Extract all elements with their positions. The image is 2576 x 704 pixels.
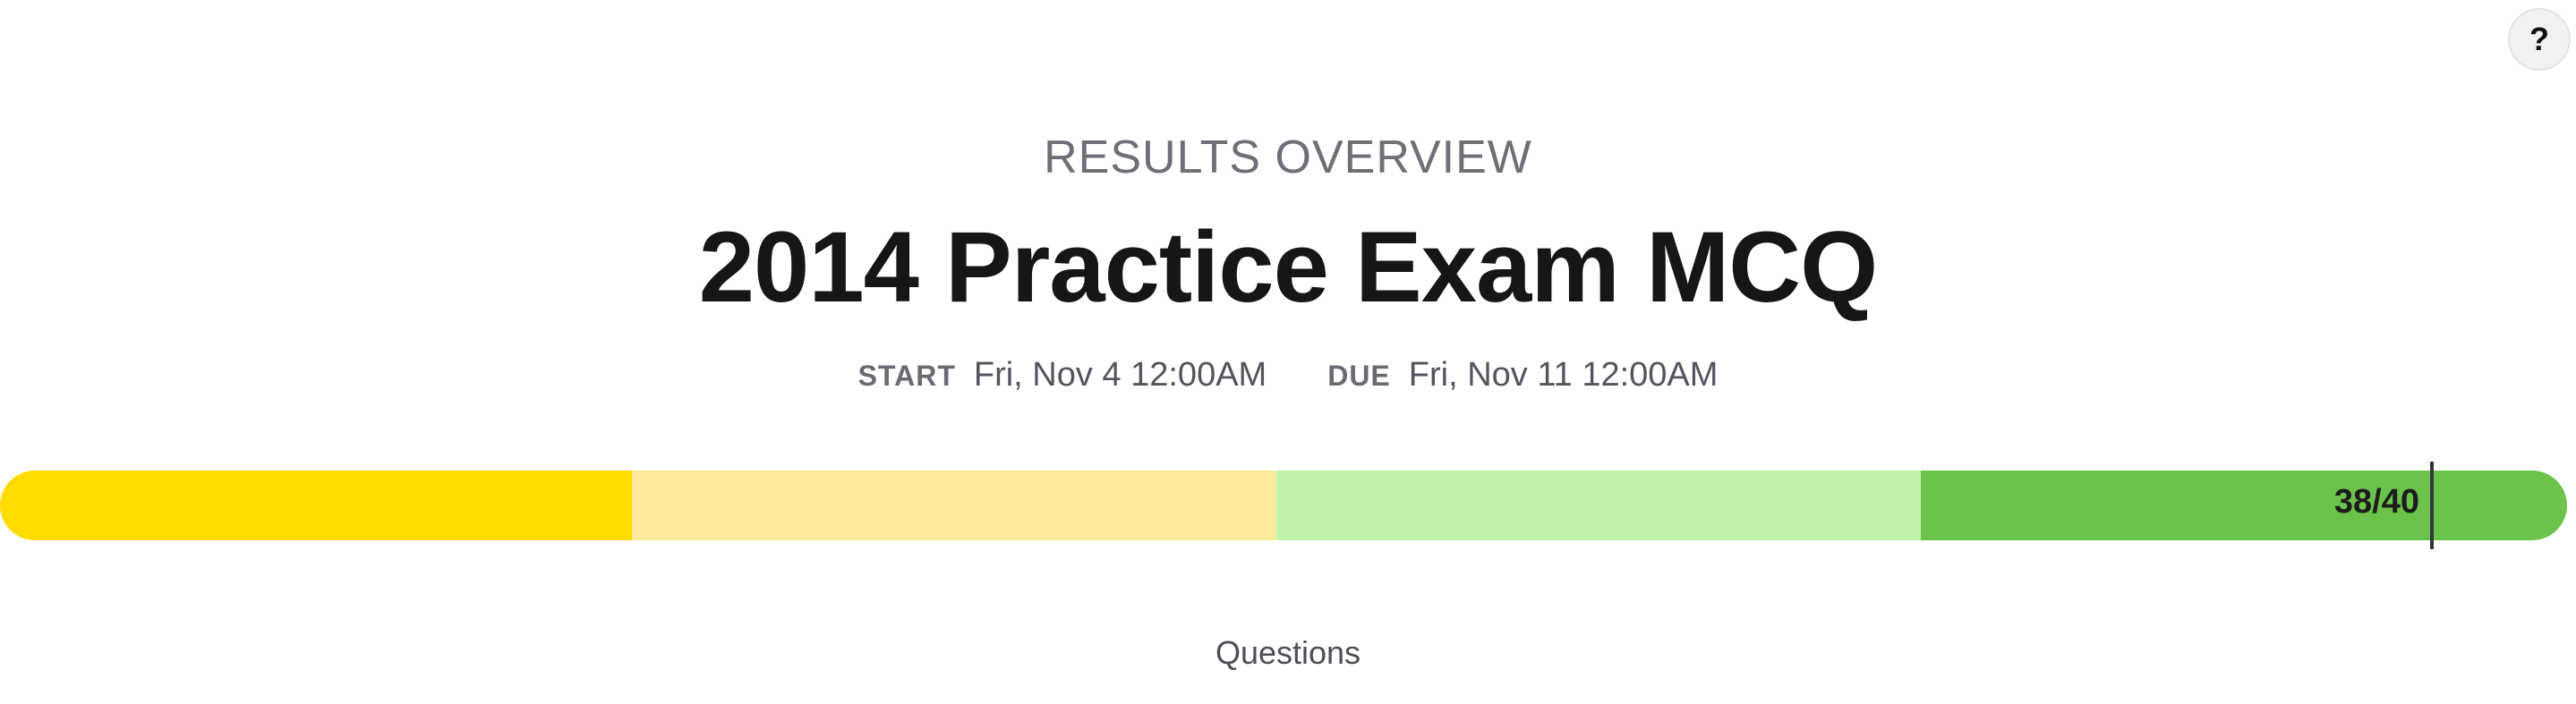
start-date-value: Fri, Nov 4 12:00AM — [973, 356, 1267, 394]
page-title: 2014 Practice Exam MCQ — [698, 211, 1879, 323]
due-date: DUE Fri, Nov 11 12:00AM — [1327, 358, 1718, 392]
help-button[interactable]: ? — [2508, 8, 2571, 71]
due-date-value: Fri, Nov 11 12:00AM — [1408, 356, 1719, 394]
score-bar — [0, 471, 2567, 540]
score-band-1 — [0, 471, 632, 540]
date-range: START Fri, Nov 4 12:00AM DUE Fri, Nov 11… — [0, 358, 2576, 392]
score-band-4 — [1921, 471, 2567, 540]
score-label: 38/40 — [2333, 483, 2419, 521]
score-band-3 — [1276, 471, 1921, 540]
score-band-2 — [632, 471, 1276, 540]
start-date-label: START — [857, 360, 956, 392]
results-overview-eyebrow: RESULTS OVERVIEW — [1044, 131, 1532, 183]
due-date-label: DUE — [1327, 360, 1391, 392]
questions-heading: Questions — [1215, 634, 1361, 671]
start-date: START Fri, Nov 4 12:00AM — [858, 358, 1267, 392]
score-marker — [2430, 462, 2434, 549]
